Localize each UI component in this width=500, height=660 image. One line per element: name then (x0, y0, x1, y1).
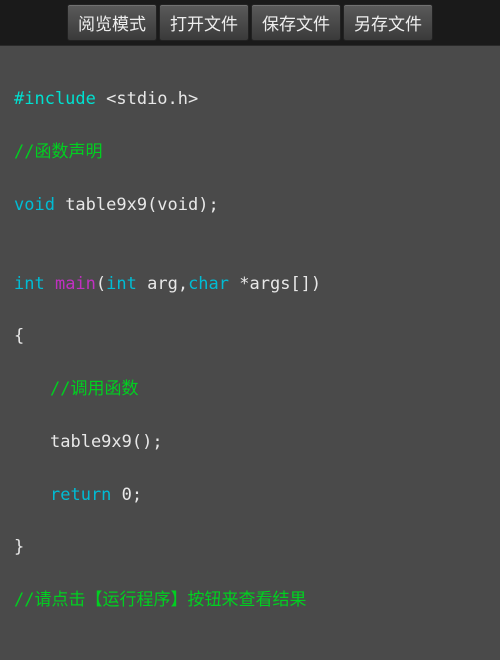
toolbar: 阅览模式 打开文件 保存文件 另存文件 (0, 0, 500, 45)
open-file-button[interactable]: 打开文件 (159, 4, 249, 41)
code-line: int main(int arg,char *args[]) (14, 271, 486, 297)
code-line: } (14, 534, 486, 560)
code-line: void table9x9(void); (14, 192, 486, 218)
app-window: 阅览模式 打开文件 保存文件 另存文件 #include <stdio.h> /… (0, 0, 500, 660)
code-line: { (14, 323, 486, 349)
save-as-button[interactable]: 另存文件 (343, 4, 433, 41)
view-mode-button[interactable]: 阅览模式 (67, 4, 157, 41)
code-line: //函数声明 (14, 139, 486, 165)
code-line: #include <stdio.h> (14, 86, 486, 112)
save-file-button[interactable]: 保存文件 (251, 4, 341, 41)
code-line: //调用函数 (14, 376, 486, 402)
code-line: //请点击【运行程序】按钮来查看结果 (14, 587, 486, 613)
code-editor[interactable]: #include <stdio.h> //函数声明 void table9x9(… (0, 45, 500, 660)
code-line: table9x9(); (14, 429, 486, 455)
code-line: return 0; (14, 482, 486, 508)
